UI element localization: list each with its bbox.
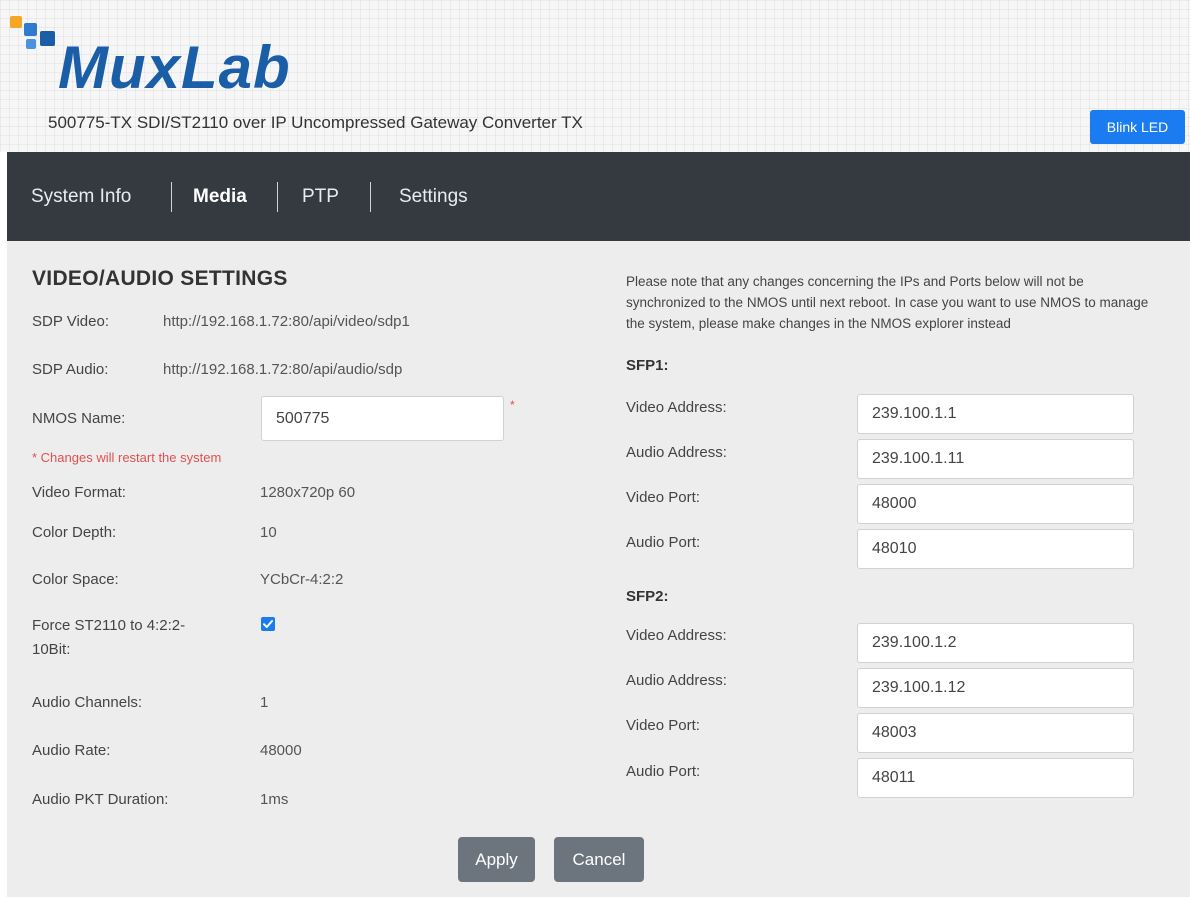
audio-channels-label: Audio Channels: [32, 694, 143, 711]
sfp1-audio-address-label: Audio Address: [626, 444, 727, 461]
media-settings-panel: VIDEO/AUDIO SETTINGS SDP Video: http://1… [7, 241, 1190, 897]
sdp-video-label: SDP Video: [32, 313, 109, 330]
logo-text: MuxLab [58, 34, 291, 101]
restart-warning: * Changes will restart the system [32, 450, 222, 465]
sfp1-audio-address-input[interactable] [857, 439, 1134, 479]
sfp2-heading: SFP2: [626, 588, 669, 605]
main-nav: System Info Media PTP Settings [7, 152, 1190, 241]
section-title: VIDEO/AUDIO SETTINGS [32, 267, 288, 290]
audio-channels-value: 1 [260, 694, 269, 711]
checkmark-icon [263, 620, 273, 628]
nav-media[interactable]: Media [193, 186, 247, 208]
sfp2-video-port-input[interactable] [857, 713, 1134, 753]
force-st2110-label-line1: Force ST2110 to 4:2:2- [32, 617, 186, 634]
sfp2-audio-address-input[interactable] [857, 668, 1134, 708]
product-title: 500775-TX SDI/ST2110 over IP Uncompresse… [48, 113, 583, 132]
sdp-audio-link[interactable]: http://192.168.1.72:80/api/audio/sdp [163, 361, 402, 378]
video-format-label: Video Format: [32, 484, 126, 501]
nmos-sync-notice: Please note that any changes concerning … [626, 274, 1149, 331]
color-depth-value: 10 [260, 524, 277, 541]
nav-ptp[interactable]: PTP [302, 186, 339, 208]
page-header: MuxLab 500775-TX SDI/ST2110 over IP Unco… [0, 0, 1190, 152]
sfp1-video-address-input[interactable] [857, 394, 1134, 434]
sfp2-audio-address-label: Audio Address: [626, 672, 727, 689]
nav-system-info[interactable]: System Info [31, 186, 131, 208]
force-st2110-label-line2: 10Bit: [32, 641, 71, 658]
nmos-name-input[interactable] [261, 396, 504, 441]
color-space-value: YCbCr-4:2:2 [260, 571, 344, 588]
sfp2-video-address-label: Video Address: [626, 627, 727, 644]
sfp1-video-port-input[interactable] [857, 484, 1134, 524]
nmos-name-label: NMOS Name: [32, 410, 126, 427]
blink-led-button[interactable]: Blink LED [1090, 110, 1185, 144]
nav-divider [277, 182, 278, 212]
nav-divider [171, 182, 172, 212]
sfp1-heading: SFP1: [626, 357, 669, 374]
sdp-audio-label: SDP Audio: [32, 361, 109, 378]
sfp1-audio-port-label: Audio Port: [626, 534, 701, 551]
audio-rate-value: 48000 [260, 742, 302, 759]
audio-rate-label: Audio Rate: [32, 742, 111, 759]
sfp2-video-address-input[interactable] [857, 623, 1134, 663]
sfp1-audio-port-input[interactable] [857, 529, 1134, 569]
force-st2110-checkbox[interactable] [261, 617, 275, 631]
sfp1-video-port-label: Video Port: [626, 489, 700, 506]
sfp2-video-port-label: Video Port: [626, 717, 700, 734]
color-space-label: Color Space: [32, 571, 119, 588]
apply-button[interactable]: Apply [458, 837, 535, 882]
nav-settings[interactable]: Settings [399, 186, 468, 208]
color-depth-label: Color Depth: [32, 524, 117, 541]
audio-pkt-duration-label: Audio PKT Duration: [32, 791, 169, 808]
sfp1-video-address-label: Video Address: [626, 399, 727, 416]
sfp2-audio-port-label: Audio Port: [626, 763, 701, 780]
required-marker: * [510, 398, 515, 412]
cancel-button[interactable]: Cancel [554, 837, 644, 882]
video-format-value: 1280x720p 60 [260, 484, 356, 501]
sfp2-audio-port-input[interactable] [857, 758, 1134, 798]
audio-pkt-duration-value: 1ms [260, 791, 289, 808]
nav-divider [370, 182, 371, 212]
sdp-video-link[interactable]: http://192.168.1.72:80/api/video/sdp1 [163, 313, 410, 330]
